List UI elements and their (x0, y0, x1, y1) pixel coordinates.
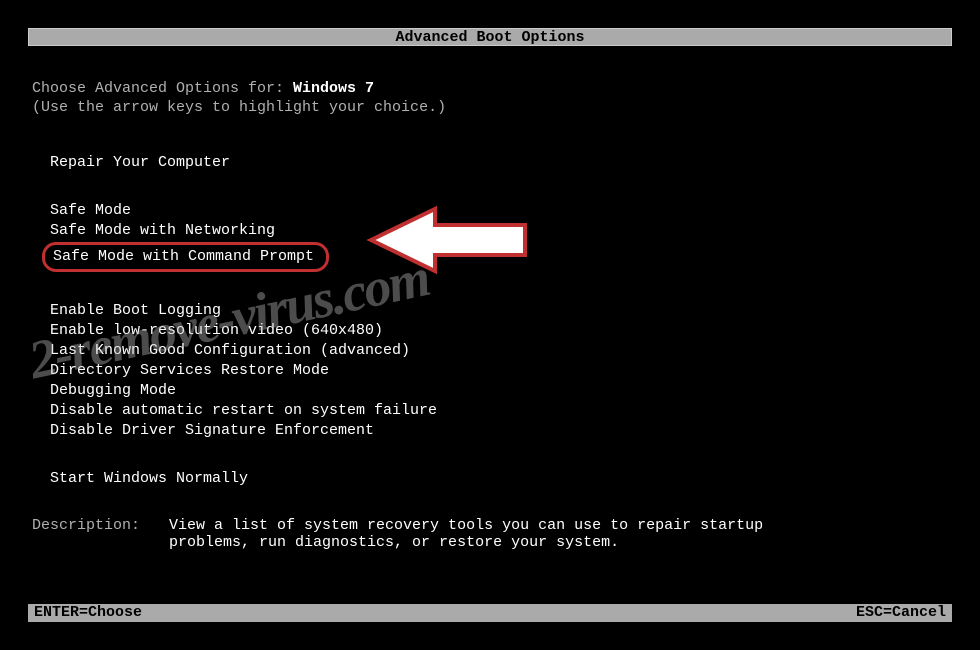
menu-safe-mode-command-prompt[interactable]: Safe Mode with Command Prompt (50, 242, 948, 272)
menu-repair-computer[interactable]: Repair Your Computer (50, 154, 948, 172)
menu-directory-services-restore[interactable]: Directory Services Restore Mode (50, 362, 948, 380)
menu-disable-auto-restart[interactable]: Disable automatic restart on system fail… (50, 402, 948, 420)
description-label: Description: (32, 517, 160, 534)
menu-low-res-video[interactable]: Enable low-resolution video (640x480) (50, 322, 948, 340)
highlighted-option: Safe Mode with Command Prompt (42, 242, 329, 272)
menu-start-normally[interactable]: Start Windows Normally (50, 470, 948, 488)
footer-bar: ENTER=Choose ESC=Cancel (28, 604, 952, 622)
choose-prefix: Choose Advanced Options for: (32, 80, 293, 97)
menu-last-known-good[interactable]: Last Known Good Configuration (advanced) (50, 342, 948, 360)
footer-enter-hint: ENTER=Choose (34, 604, 142, 622)
description-block: Description: View a list of system recov… (32, 517, 940, 551)
content-area: Choose Advanced Options for: Windows 7 (… (32, 80, 948, 490)
menu-debugging-mode[interactable]: Debugging Mode (50, 382, 948, 400)
title-bar: Advanced Boot Options (28, 28, 952, 46)
menu-safe-mode-networking[interactable]: Safe Mode with Networking (50, 222, 948, 240)
choose-line: Choose Advanced Options for: Windows 7 (32, 80, 948, 97)
description-text: View a list of system recovery tools you… (169, 517, 769, 551)
footer-esc-hint: ESC=Cancel (856, 604, 946, 622)
os-name: Windows 7 (293, 80, 374, 97)
window-title: Advanced Boot Options (395, 29, 584, 46)
menu-safe-mode[interactable]: Safe Mode (50, 202, 948, 220)
boot-menu: Repair Your Computer Safe Mode Safe Mode… (32, 154, 948, 488)
menu-disable-driver-sig[interactable]: Disable Driver Signature Enforcement (50, 422, 948, 440)
menu-boot-logging[interactable]: Enable Boot Logging (50, 302, 948, 320)
instruction-text: (Use the arrow keys to highlight your ch… (32, 99, 948, 116)
